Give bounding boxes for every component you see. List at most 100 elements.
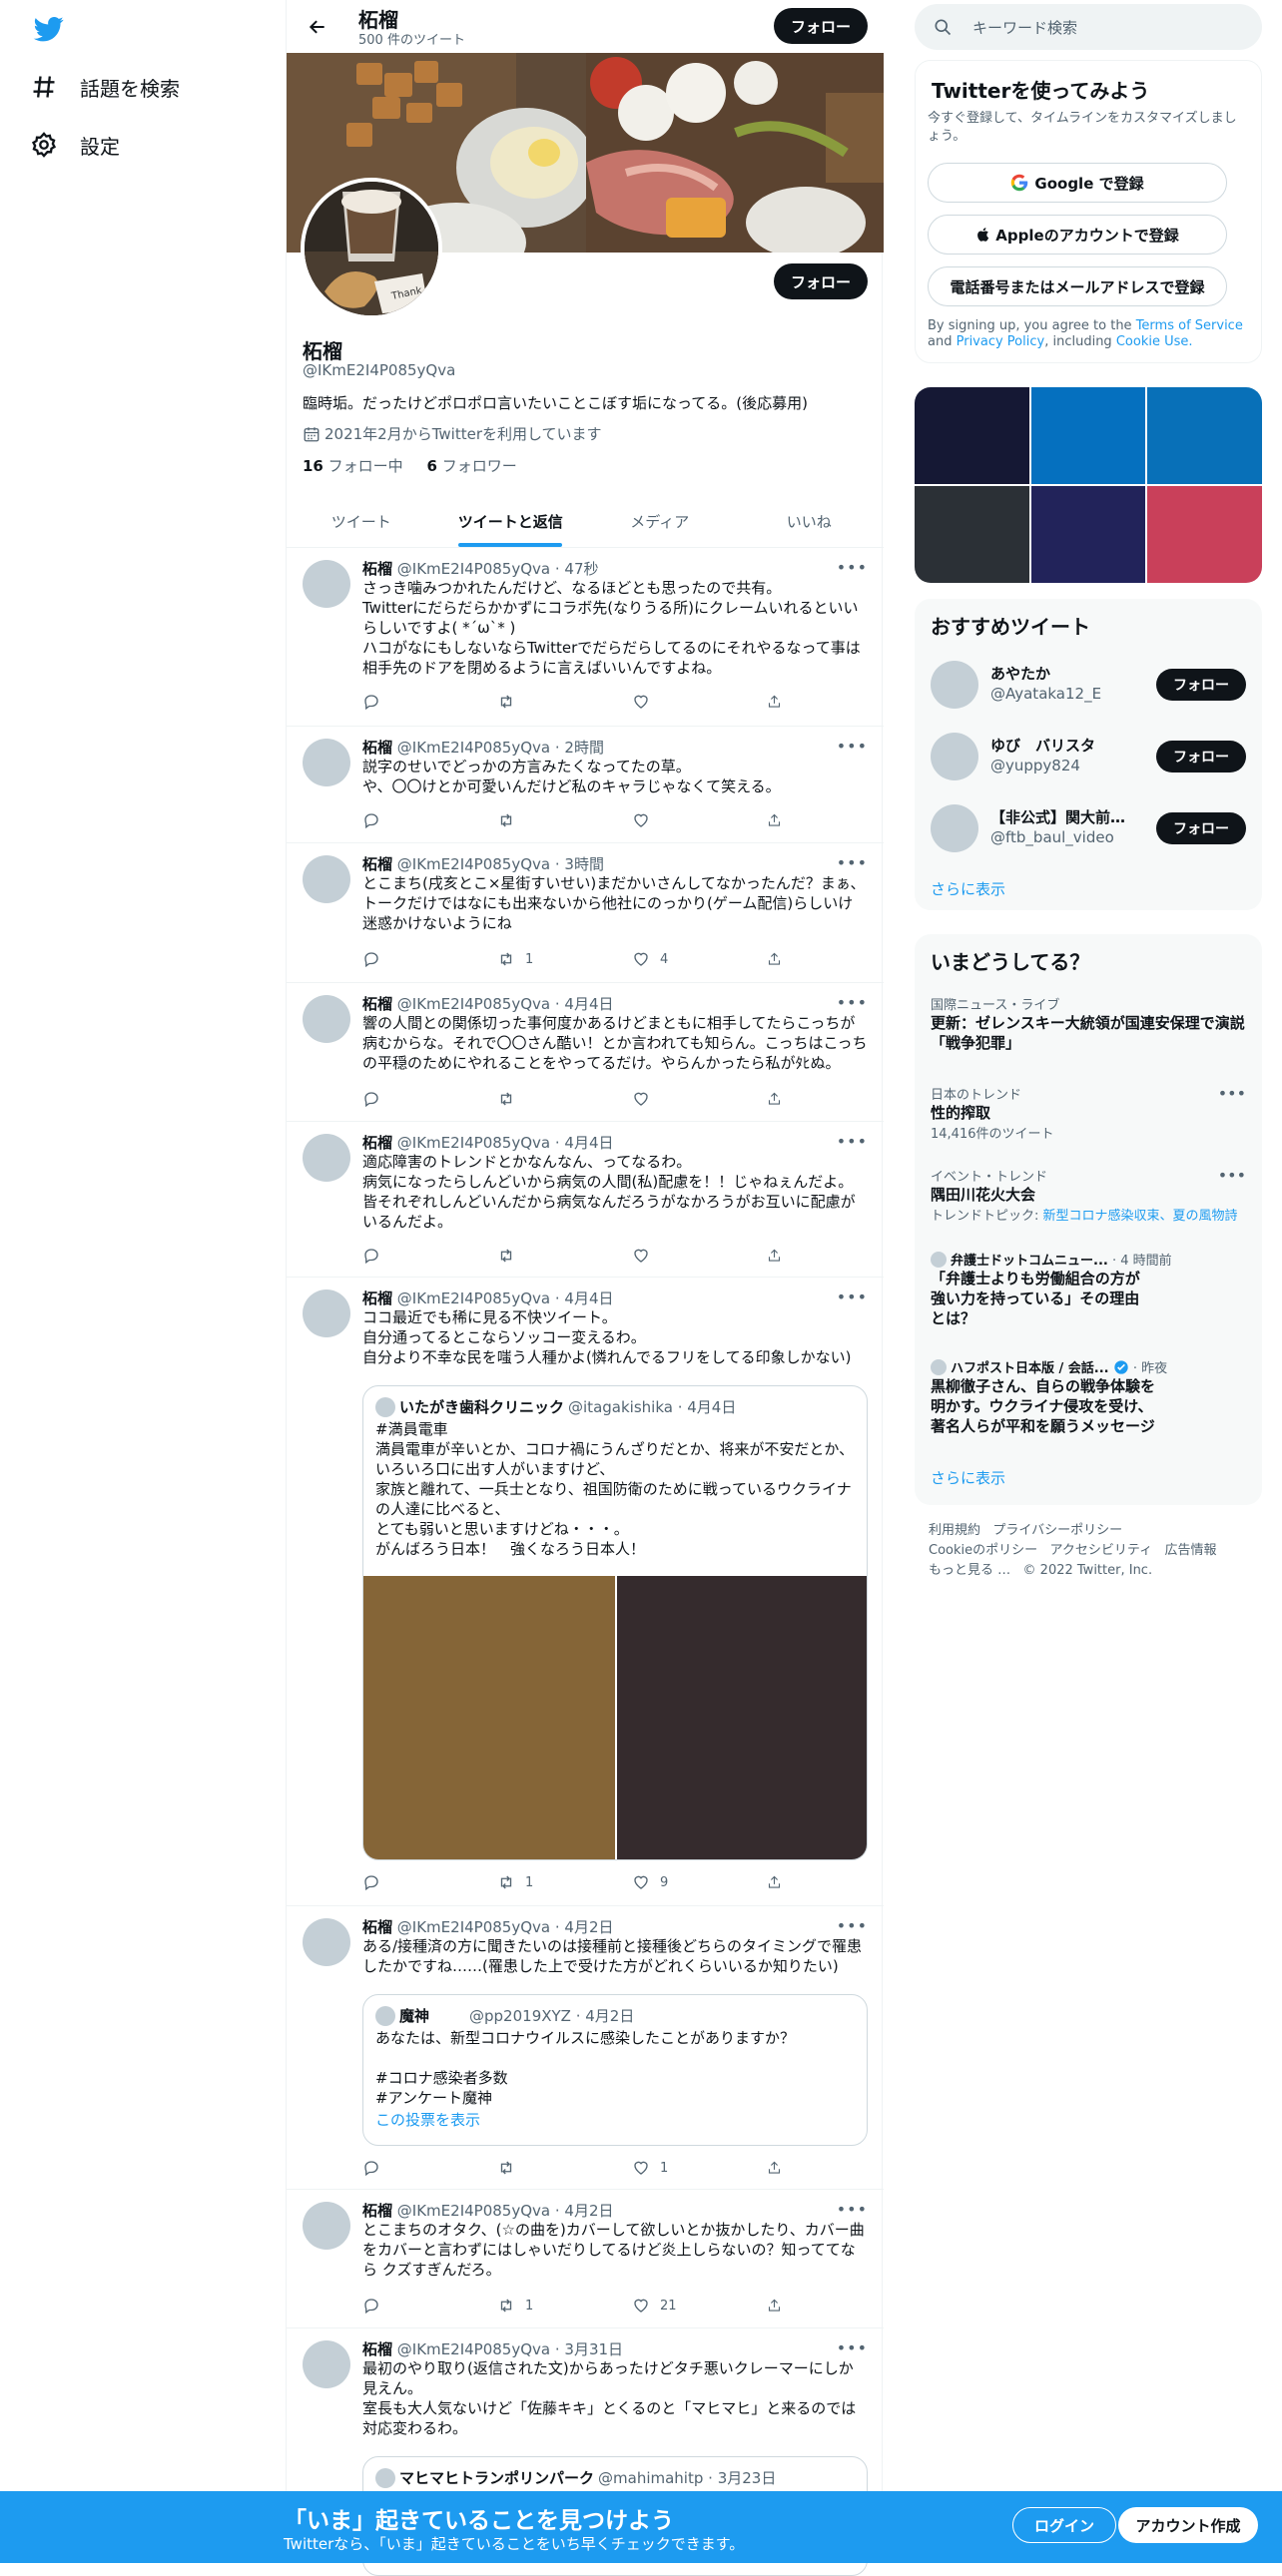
back-button[interactable] [301, 10, 334, 44]
reply-button[interactable] [362, 1089, 497, 1109]
tweet-avatar[interactable] [303, 855, 350, 903]
reply-button[interactable] [362, 1246, 497, 1266]
profile-follow-button[interactable]: フォロー [774, 263, 868, 299]
search-input[interactable]: キーワード検索 [915, 4, 1262, 50]
media-thumb[interactable] [1147, 387, 1262, 484]
phone-email-signup-button[interactable]: 電話番号またはメールアドレスで登録 [928, 266, 1227, 306]
retweet-button[interactable] [497, 2158, 632, 2178]
trends-show-more[interactable]: さらに表示 [931, 1467, 1005, 1488]
suggested-user-avatar[interactable] [931, 733, 978, 780]
footer-link[interactable]: プライバシーポリシー [992, 1523, 1122, 1538]
suggested-user-avatar[interactable] [931, 804, 978, 852]
share-button[interactable] [767, 810, 792, 830]
tweet-author[interactable]: 柘榴 [362, 1134, 392, 1152]
terms-link[interactable]: Terms of Service [1136, 318, 1243, 333]
like-button[interactable] [632, 1246, 767, 1266]
share-button[interactable] [767, 1246, 792, 1266]
tweet-avatar[interactable] [303, 995, 350, 1043]
retweet-button[interactable] [497, 1246, 632, 1266]
tweet-time[interactable]: 47秒 [564, 560, 598, 578]
tweet-avatar[interactable] [303, 1134, 350, 1182]
like-button[interactable]: 1 [632, 2158, 767, 2178]
footer-link[interactable]: アクセシビリティ [1050, 1543, 1153, 1558]
tweet-time[interactable]: 2時間 [564, 739, 604, 757]
trend-item[interactable]: 日本のトレンド 性的搾取 14,416件のツイート ••• [931, 1084, 1246, 1142]
media-thumb[interactable] [1147, 486, 1262, 583]
tweet-avatar[interactable] [303, 2202, 350, 2250]
like-button[interactable]: 21 [632, 2296, 767, 2316]
tweet-author[interactable]: 柘榴 [362, 855, 392, 873]
trend-item[interactable]: イベント・トレンド 隅田川花火大会 トレンドトピック: 新型コロナ感染収束、夏の… [931, 1166, 1246, 1224]
reply-button[interactable] [362, 2158, 497, 2178]
footer-link[interactable]: もっと見る … [929, 1563, 1010, 1578]
tab-tweets[interactable]: ツイート [287, 495, 436, 547]
tweet[interactable]: ••• 柘榴 @IKmE2I4P085yQva · 4月2日 とこまちのオタク、… [287, 2190, 884, 2328]
share-button[interactable] [767, 1872, 792, 1892]
google-signup-button[interactable]: Google で登録 [928, 163, 1227, 203]
tweet-author[interactable]: 柘榴 [362, 995, 392, 1013]
retweet-button[interactable] [497, 810, 632, 830]
retweet-button[interactable] [497, 692, 632, 712]
tab-likes[interactable]: いいね [735, 495, 885, 547]
news-item[interactable]: ハフポスト日本版 / 会話... · 昨夜 黒柳徹子さん、自らの戦争体験を明かす… [931, 1357, 1246, 1436]
share-button[interactable] [767, 1089, 792, 1109]
quoted-tweet[interactable]: 魔神 @pp2019XYZ · 4月2日 あなたは、新型コロナウイルスに感染したこ… [362, 1994, 868, 2146]
suggested-user[interactable]: ゆび バリスタ @yuppy824 フォロー [931, 727, 1246, 786]
suggested-follow-button[interactable]: フォロー [1156, 669, 1246, 701]
footer-link[interactable]: 広告情報 [1165, 1543, 1217, 1558]
profile-avatar[interactable]: Thank [301, 178, 442, 319]
tweet-avatar[interactable] [303, 1918, 350, 1966]
following-link[interactable]: 16 フォロー中 [303, 457, 403, 475]
like-button[interactable]: 9 [632, 1872, 767, 1892]
media-thumb[interactable] [915, 387, 1029, 484]
tweet-time[interactable]: 4月4日 [564, 1134, 613, 1152]
reply-button[interactable] [362, 692, 497, 712]
trend-topics-links[interactable]: 新型コロナ感染収束、夏の風物詩 [1043, 1209, 1238, 1224]
reply-button[interactable] [362, 949, 497, 969]
trend-more-icon[interactable]: ••• [1218, 1166, 1246, 1185]
tweet-time[interactable]: 4月4日 [564, 995, 613, 1013]
tweet-time[interactable]: 3時間 [564, 855, 604, 873]
tweet[interactable]: ••• 柘榴 @IKmE2I4P085yQva · 2時間 説字のせいでどっかの… [287, 727, 884, 843]
suggested-follow-button[interactable]: フォロー [1156, 741, 1246, 773]
retweet-button[interactable]: 1 [497, 1872, 632, 1892]
tweet-avatar[interactable] [303, 739, 350, 786]
media-thumb[interactable] [1030, 486, 1146, 583]
followers-link[interactable]: 6 フォロワー [427, 457, 517, 475]
trend-more-icon[interactable]: ••• [1218, 1084, 1246, 1103]
tweet-time[interactable]: 3月31日 [564, 2340, 623, 2358]
show-poll-link[interactable]: この投票を表示 [363, 2108, 867, 2130]
nav-explore[interactable]: 話題を検索 [30, 67, 180, 107]
tweet-author[interactable]: 柘榴 [362, 2202, 392, 2220]
tweet-avatar[interactable] [303, 1289, 350, 1337]
quote-image[interactable] [617, 1576, 867, 1859]
like-button[interactable] [632, 1089, 767, 1109]
tweet[interactable]: ••• 柘榴 @IKmE2I4P085yQva · 4月4日 響の人間との関係切… [287, 983, 884, 1122]
reply-button[interactable] [362, 2296, 497, 2316]
like-button[interactable]: 4 [632, 949, 767, 969]
tweet-author[interactable]: 柘榴 [362, 739, 392, 757]
tweet-avatar[interactable] [303, 2340, 350, 2388]
suggested-user[interactable]: 【非公式】関大前フ... @ftb_baul_video フォロー [931, 798, 1246, 858]
tab-tweets-and-replies[interactable]: ツイートと返信 [436, 495, 586, 547]
quoted-tweet[interactable]: いたがき歯科クリニック @itagakishika · 4月4日 #満員電車 満員… [362, 1385, 868, 1860]
privacy-link[interactable]: Privacy Policy [957, 334, 1045, 349]
tweet-avatar[interactable] [303, 560, 350, 608]
tweet-time[interactable]: 4月2日 [564, 1918, 613, 1936]
nav-settings[interactable]: 設定 [30, 125, 120, 165]
like-button[interactable] [632, 692, 767, 712]
tweet[interactable]: ••• 柘榴 @IKmE2I4P085yQva · 47秒 さっき噛みつかれたん… [287, 548, 884, 727]
suggested-user[interactable]: あやたか @Ayataka12_E フォロー [931, 655, 1246, 715]
retweet-button[interactable]: 1 [497, 2296, 632, 2316]
trend-item[interactable]: 国際ニュース・ライブ 更新：ゼレンスキー大統領が国連安保理で演説 「戦争犯罪」 [931, 994, 1246, 1053]
twitter-logo-icon[interactable] [32, 14, 66, 44]
share-button[interactable] [767, 2296, 792, 2316]
tweet-author[interactable]: 柘榴 [362, 560, 392, 578]
tweet[interactable]: ••• 柘榴 @IKmE2I4P085yQva · 4月2日 ある/接種済の方に… [287, 1906, 884, 2190]
media-thumb[interactable] [915, 486, 1029, 583]
suggested-follow-button[interactable]: フォロー [1156, 812, 1246, 844]
reply-button[interactable] [362, 810, 497, 830]
retweet-button[interactable]: 1 [497, 949, 632, 969]
tab-media[interactable]: メディア [585, 495, 735, 547]
login-button[interactable]: ログイン [1012, 2507, 1116, 2543]
